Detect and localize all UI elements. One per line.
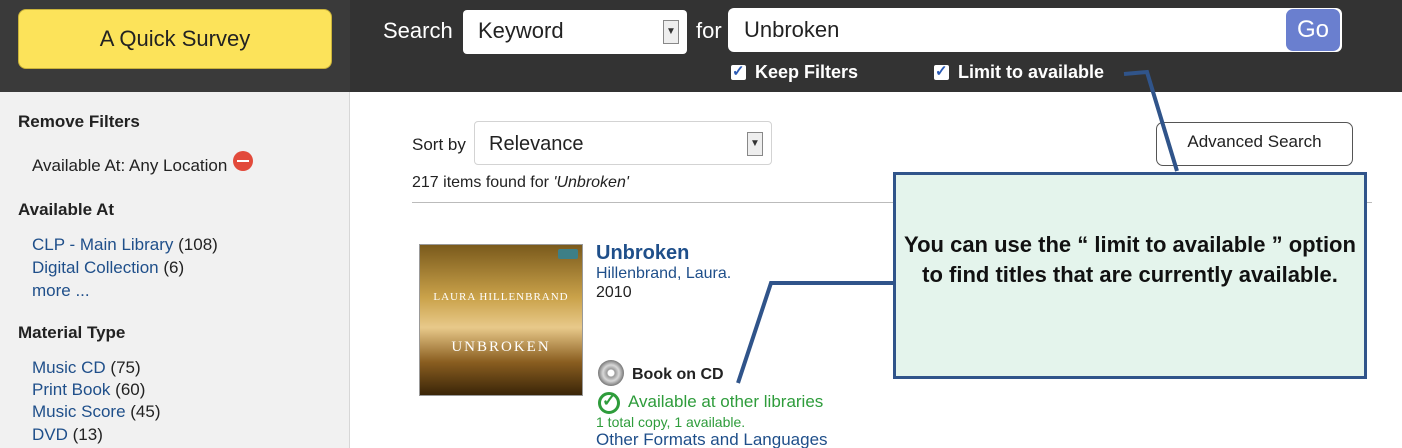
limit-to-available-checkbox[interactable]: Limit to available [934, 62, 1104, 83]
search-label: Search [383, 18, 453, 43]
facet-item[interactable]: DVD (13) [32, 425, 103, 445]
material-type-heading: Material Type [18, 323, 126, 342]
chevron-down-icon[interactable]: ▼ [663, 20, 679, 44]
facet-item[interactable]: CLP - Main Library (108) [32, 235, 218, 255]
other-formats-link[interactable]: Other Formats and Languages [596, 430, 828, 448]
sort-value: Relevance [489, 133, 584, 155]
copy-count: 1 total copy, 1 available. [596, 414, 746, 430]
survey-area: A Quick Survey [0, 0, 350, 92]
facet-label[interactable]: Digital Collection [32, 258, 159, 277]
search-input[interactable] [728, 8, 1342, 52]
remove-filter-icon[interactable] [233, 151, 254, 171]
active-filter-label: Available At: Any Location [32, 156, 228, 175]
results-count-text: 217 items found for [412, 174, 549, 191]
more-link[interactable]: more ... [32, 281, 90, 301]
facet-label[interactable]: DVD [32, 425, 68, 444]
cover-title: UNBROKEN [451, 339, 551, 355]
checkbox-checked-icon[interactable] [731, 62, 746, 80]
sort-label: Sort by [412, 135, 466, 154]
cover-badge [558, 249, 578, 259]
availability-status[interactable]: Available at other libraries [628, 392, 823, 412]
checkbox-checked-icon[interactable] [934, 62, 949, 80]
facet-count: (45) [130, 402, 161, 421]
chevron-down-icon[interactable]: ▼ [747, 132, 763, 156]
sort-select[interactable]: Relevance ▼ [474, 121, 772, 165]
top-search-bar: A Quick Survey Search Keyword ▼ for Go K… [0, 0, 1402, 92]
results-count: 217 items found for 'Unbroken' [412, 174, 629, 192]
facet-label[interactable]: Print Book [32, 380, 110, 399]
facet-label[interactable]: Music CD [32, 358, 106, 377]
cd-icon [598, 360, 624, 386]
remove-filters-heading: Remove Filters [18, 112, 140, 131]
filter-sidebar: Remove Filters Available At CLP - Main L… [0, 92, 350, 448]
available-at-heading: Available At [18, 200, 115, 219]
advanced-search-button[interactable]: Advanced Search [1156, 122, 1353, 166]
result-author-link[interactable]: Hillenbrand, Laura. [596, 265, 731, 283]
keep-filters-label: Keep Filters [755, 62, 859, 82]
results-query: 'Unbroken' [553, 174, 629, 191]
facet-label[interactable]: CLP - Main Library [32, 235, 173, 254]
facet-count: (6) [163, 258, 185, 277]
callout-text: You can use the “ limit to available ” o… [904, 232, 1356, 287]
quick-survey-button[interactable]: A Quick Survey [18, 9, 332, 69]
facet-label[interactable]: Music Score [32, 402, 126, 421]
active-filter: Available At: Any Location [32, 151, 254, 176]
facet-count: (60) [115, 380, 146, 399]
pointer-line-availability [736, 281, 894, 384]
limit-to-available-label: Limit to available [958, 62, 1105, 82]
book-cover-image[interactable]: LAURA HILLENBRAND UNBROKEN [419, 244, 583, 396]
search-type-value: Keyword [478, 18, 564, 43]
result-year: 2010 [596, 284, 632, 301]
for-label: for [696, 18, 722, 43]
cover-author: LAURA HILLENBRAND [433, 291, 569, 303]
result-title-link[interactable]: Unbroken [596, 242, 689, 265]
facet-item[interactable]: Music CD (75) [32, 358, 141, 378]
facet-item[interactable]: Digital Collection (6) [32, 258, 184, 278]
facet-item[interactable]: Print Book (60) [32, 380, 145, 400]
facet-count: (75) [110, 358, 141, 377]
keep-filters-checkbox[interactable]: Keep Filters [731, 62, 858, 83]
available-check-icon [598, 391, 620, 414]
tip-callout: You can use the “ limit to available ” o… [893, 172, 1367, 379]
facet-item[interactable]: Music Score (45) [32, 402, 161, 422]
facet-count: (108) [178, 235, 218, 254]
go-button[interactable]: Go [1286, 9, 1340, 51]
search-type-select[interactable]: Keyword ▼ [463, 10, 687, 54]
result-format: Book on CD [632, 366, 724, 383]
facet-count: (13) [72, 425, 103, 444]
